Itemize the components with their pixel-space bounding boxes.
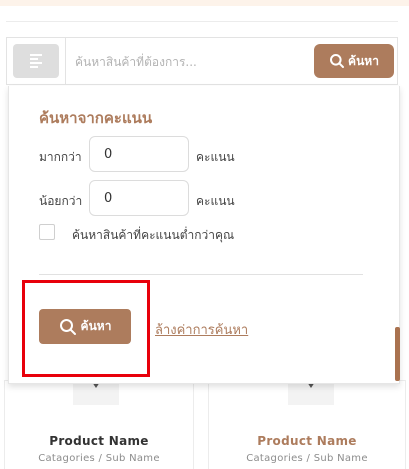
apply-search-label: ค้นหา [80,319,112,333]
max-score-label: น้อยกว่า [39,194,83,208]
max-score-unit: คะแนน [196,194,235,208]
search-input[interactable] [75,50,305,74]
product-card[interactable]: Product Name Catagories / Sub Name [4,379,194,469]
search-icon [330,54,345,68]
lower-score-checkbox-label[interactable]: ค้นหาสินค้าที่คะแนนต่ำกว่าคุณ [72,226,234,245]
product-card[interactable]: Product Name Catagories / Sub Name [208,379,406,469]
search-button-label: ค้นหา [348,53,379,68]
panel-title: ค้นหาจากคะแนน [39,109,153,127]
lower-score-checkbox[interactable] [39,224,55,240]
product-category: Catagories / Sub Name [38,453,160,464]
product-category: Catagories / Sub Name [246,453,368,464]
search-bar: ค้นหา [6,37,398,85]
apply-search-button[interactable]: ค้นหา [39,309,131,344]
lines-icon [30,52,42,70]
score-filter-panel: ค้นหาจากคะแนน มากกว่า คะแนน น้อยกว่า คะแ… [8,86,400,384]
search-icon [59,318,76,335]
product-name[interactable]: Product Name [209,434,405,448]
panel-divider [39,274,363,275]
min-score-input[interactable] [89,136,189,172]
max-score-input[interactable] [89,180,189,216]
top-banner-strip [0,0,409,6]
panel-scrollbar[interactable] [395,327,400,381]
search-button[interactable]: ค้นหา [314,44,394,78]
min-score-unit: คะแนน [196,150,235,164]
filter-toggle-button[interactable] [13,44,59,78]
reset-search-link[interactable]: ล้างค่าการค้นหา [155,319,248,340]
search-divider [65,38,66,84]
min-score-label: มากกว่า [39,150,82,164]
product-name[interactable]: Product Name [5,434,193,448]
top-divider [6,21,398,22]
